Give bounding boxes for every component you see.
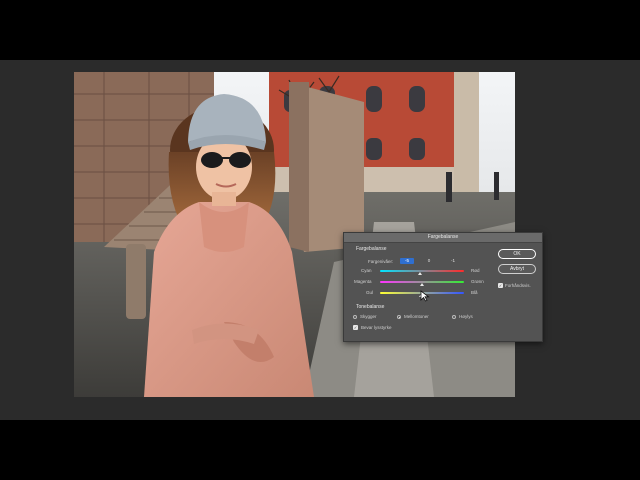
tone-shadows-label: Skygger [360, 314, 377, 319]
cyan-red-slider[interactable] [380, 270, 464, 272]
cyan-red-slider-thumb[interactable] [418, 272, 422, 275]
preview-label: Forhåndsvis. [505, 283, 531, 288]
preserve-luminosity-label: Bevar lysstyrke [361, 325, 392, 330]
letterbox-top [0, 0, 640, 60]
slider-label-red: Rød [471, 268, 480, 273]
tone-midtones-radio[interactable] [397, 315, 401, 319]
slider-label-cyan: Cyan [361, 268, 372, 273]
slider-label-magenta: Magenta [354, 279, 372, 284]
level-yellow-blue-input[interactable]: -1 [446, 258, 460, 264]
slider-label-blue: Blå [471, 290, 478, 295]
color-balance-dialog[interactable]: Fargebalanse Fargebalanse Fargenivåer: -… [343, 232, 543, 342]
cancel-button[interactable]: Avbryt [498, 264, 536, 274]
ok-button[interactable]: OK [498, 249, 536, 259]
magenta-green-slider-thumb[interactable] [420, 283, 424, 286]
level-cyan-red-input[interactable]: -5 [400, 258, 414, 264]
levels-label: Fargenivåer: [368, 259, 394, 264]
letterbox-bottom [0, 420, 640, 480]
section-color-balance: Fargebalanse [356, 246, 387, 252]
preserve-luminosity-checkbox[interactable]: ✓ [353, 325, 358, 330]
slider-label-yellow: Gul [366, 290, 374, 295]
tone-midtones-label: Mellomtoner [404, 314, 429, 319]
tone-highlights-radio[interactable] [452, 315, 456, 319]
mouse-pointer-icon [420, 290, 430, 302]
slider-label-green: Grønn [471, 279, 484, 284]
section-tone-balance: Tonebalanse [356, 304, 385, 310]
preview-checkbox[interactable]: ✓ [498, 283, 503, 288]
tone-shadows-radio[interactable] [353, 315, 357, 319]
dialog-title: Fargebalanse [344, 233, 542, 243]
level-magenta-green-input[interactable]: 0 [422, 258, 436, 264]
tone-highlights-label: Høylys [459, 314, 473, 319]
